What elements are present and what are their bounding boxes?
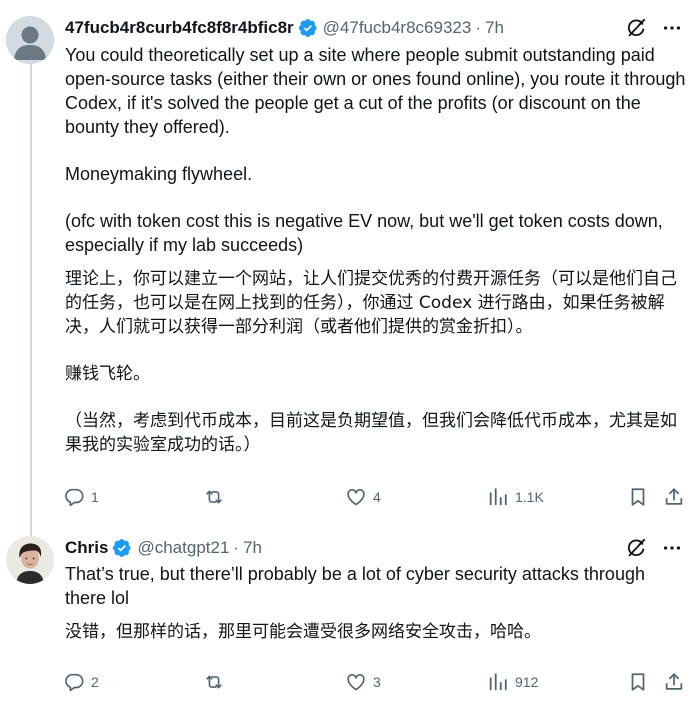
profile-photo (6, 536, 54, 584)
translated-text: 理论上，你可以建立一个网站，让人们提交优秀的付费开源任务（可以是他们自己的任务，… (65, 267, 687, 457)
reply-icon (65, 673, 84, 692)
retweet-button[interactable] (203, 485, 231, 509)
translated-paragraph: 没错，但那样的话，那里可能会遭受很多网络安全攻击，哈哈。 (65, 622, 541, 642)
like-count: 3 (373, 674, 381, 690)
verified-badge-icon (112, 538, 132, 558)
translated-paragraph: （当然，考虑到代币成本，目前这是负期望值，但我们会降低代币成本，尤其是如果我的实… (65, 411, 677, 455)
separator-dot: · (475, 18, 481, 37)
grok-icon[interactable] (623, 16, 649, 40)
author-name[interactable]: 47fucb4r8curb4fc8f8r4bfic8r (65, 18, 294, 38)
reply-thread: 47fucb4r8curb4fc8f8r4bfic8r @47fucb4r8c6… (0, 0, 699, 711)
reply-button[interactable]: 2 (63, 670, 99, 694)
more-icon[interactable] (659, 16, 685, 40)
grok-icon[interactable] (623, 536, 649, 560)
separator-dot: · (233, 538, 240, 557)
like-icon (347, 489, 365, 506)
more-icon[interactable] (659, 536, 685, 560)
default-avatar-icon (6, 16, 54, 64)
views-button[interactable]: 1.1K (487, 485, 544, 509)
action-bar: 1 4 1.1K (63, 485, 685, 509)
tweet-text: You could theoretically set up a site wh… (65, 43, 687, 457)
bookmark-button[interactable] (627, 485, 649, 509)
timestamp[interactable]: 7h (485, 18, 504, 38)
reply-button[interactable]: 1 (63, 485, 99, 509)
author-name[interactable]: Chris (65, 538, 108, 558)
like-count: 4 (373, 489, 381, 505)
views-icon (489, 488, 507, 506)
share-icon (665, 488, 683, 505)
translated-paragraph: 赚钱飞轮。 (65, 364, 150, 384)
like-icon (347, 674, 365, 691)
views-count: 912 (515, 674, 539, 690)
verified-badge-icon (298, 18, 318, 38)
action-bar: 2 3 912 (63, 670, 685, 694)
tweet-header: 47fucb4r8curb4fc8f8r4bfic8r @47fucb4r8c6… (65, 16, 685, 40)
tweet-header: Chris @chatgpt21 · 7h (65, 536, 685, 560)
timestamp[interactable]: 7h (243, 538, 262, 558)
reply-count: 1 (91, 489, 99, 505)
bookmark-button[interactable] (627, 670, 649, 694)
author-handle[interactable]: @chatgpt21 (137, 538, 229, 558)
share-button[interactable] (663, 670, 685, 694)
retweet-button[interactable] (203, 670, 231, 694)
author-handle[interactable]: @47fucb4r8c69323 (323, 18, 472, 38)
share-icon (665, 673, 683, 690)
reply-icon (65, 488, 84, 507)
translated-paragraph: 理论上，你可以建立一个网站，让人们提交优秀的付费开源任务（可以是他们自己的任务，… (65, 269, 677, 337)
tweet-paragraph: That’s true, but there’ll probably be a … (65, 564, 645, 608)
avatar-default[interactable] (6, 16, 54, 64)
views-count: 1.1K (515, 489, 544, 505)
tweet-text: That’s true, but there’ll probably be a … (65, 562, 687, 644)
translated-text: 没错，但那样的话，那里可能会遭受很多网络安全攻击，哈哈。 (65, 620, 687, 644)
bookmark-icon (631, 488, 645, 506)
tweet[interactable]: Chris @chatgpt21 · 7h That’s true, but t… (0, 522, 699, 711)
bookmark-icon (631, 673, 645, 691)
tweet-paragraph: (ofc with token cost this is negative EV… (65, 211, 663, 255)
share-button[interactable] (663, 485, 685, 509)
tweet[interactable]: 47fucb4r8curb4fc8f8r4bfic8r @47fucb4r8c6… (0, 0, 699, 522)
views-button[interactable]: 912 (487, 670, 538, 694)
retweet-icon (206, 675, 222, 689)
retweet-icon (206, 490, 222, 504)
avatar-chris[interactable] (6, 536, 54, 584)
like-button[interactable]: 4 (345, 485, 381, 509)
tweet-paragraph: Moneymaking flywheel. (65, 164, 253, 184)
reply-count: 2 (91, 674, 99, 690)
tweet-paragraph: You could theoretically set up a site wh… (65, 45, 686, 137)
like-button[interactable]: 3 (345, 670, 381, 694)
views-icon (489, 673, 507, 691)
